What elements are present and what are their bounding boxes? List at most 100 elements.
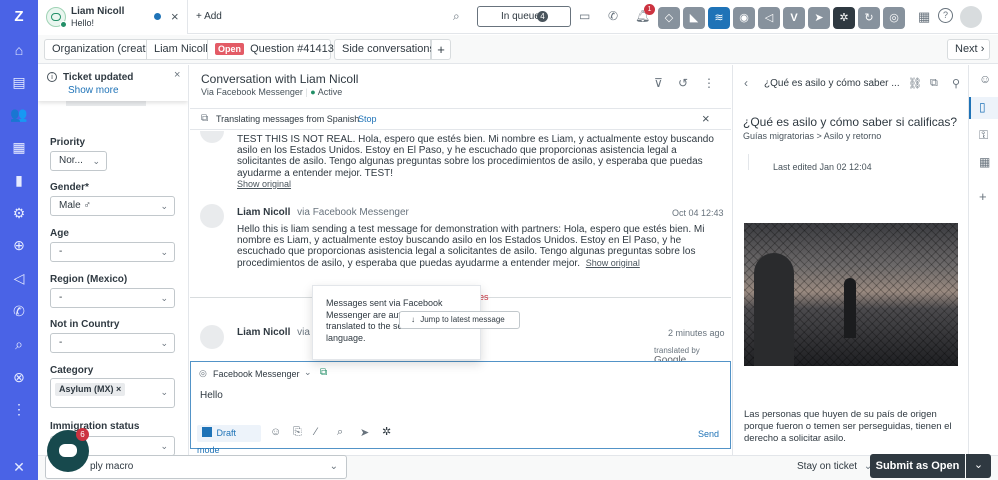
- remove-tag-icon[interactable]: ×: [116, 384, 121, 394]
- app-icon-zoom[interactable]: ◎: [883, 7, 905, 29]
- app-icon-refresh[interactable]: ↻: [858, 7, 880, 29]
- primary-nav: Z ⌂ ▤ 👥 ▦ ▮ ⚙ ⊕ ◁ ✆ ⌕ ⊗ ⋮ ✕: [0, 0, 38, 480]
- ticket-tab-liam-nicoll[interactable]: Liam Nicoll Hello! ×: [38, 0, 188, 34]
- zendesk-products-icon[interactable]: ✕: [9, 457, 29, 477]
- app-icon-3[interactable]: ≋: [708, 7, 730, 29]
- user-avatar[interactable]: [960, 6, 982, 28]
- translated-by-label: translated by: [654, 346, 700, 355]
- show-original-link[interactable]: Show original: [237, 179, 291, 189]
- app-icon-dark[interactable]: ✲: [382, 425, 391, 438]
- breadcrumb-requester[interactable]: Liam Nicoll: [146, 39, 216, 60]
- message-3-time: 2 minutes ago: [668, 328, 725, 338]
- reporting-icon[interactable]: ▮: [9, 170, 29, 190]
- app-icon-bell[interactable]: ◉: [733, 7, 755, 29]
- draft-mode-button[interactable]: Draft mode: [197, 425, 261, 455]
- add-app-icon[interactable]: +: [979, 189, 987, 204]
- customers-icon[interactable]: 👥: [9, 104, 29, 124]
- binoculars-icon[interactable]: ⊗: [9, 367, 29, 387]
- composer-channel[interactable]: Facebook Messenger: [213, 369, 300, 379]
- priority-select[interactable]: Nor... ⌄: [50, 151, 107, 171]
- app-icon-1[interactable]: ◇: [658, 7, 680, 29]
- apply-macro-select[interactable]: ply macro ⌄: [45, 455, 347, 479]
- knowledge-tab[interactable]: ▯: [969, 97, 998, 119]
- conversation-status: Active: [317, 87, 343, 97]
- views-icon[interactable]: ▤: [9, 72, 29, 92]
- pin-icon[interactable]: ⚲: [952, 77, 960, 90]
- more-options-icon[interactable]: ⋮: [703, 76, 715, 90]
- category-multiselect[interactable]: Asylum (MX) × ⌄: [50, 378, 175, 408]
- magic-wand-icon[interactable]: ⁄: [315, 426, 317, 438]
- show-more-link[interactable]: Show more: [68, 85, 119, 96]
- message-1-text: TEST THIS IS NOT REAL. Hola, espero que …: [237, 134, 714, 179]
- chevron-down-icon: ⌄: [160, 201, 168, 211]
- app-icon-dark[interactable]: ✲: [833, 7, 855, 29]
- composer-text[interactable]: Hello: [200, 390, 223, 401]
- home-icon[interactable]: ⌂: [9, 40, 29, 60]
- breadcrumb-ticket[interactable]: Open Question #414130: [207, 39, 340, 60]
- admin-gear-icon[interactable]: ⚙: [9, 203, 29, 223]
- search-icon[interactable]: ⌕: [9, 334, 29, 354]
- send-icon[interactable]: ◁: [9, 268, 29, 288]
- translation-text: Translating messages from Spanish: [216, 114, 360, 124]
- chevron-down-icon[interactable]: ⌄: [304, 367, 312, 378]
- link-icon[interactable]: ⛓: [908, 77, 922, 90]
- stop-translation-link[interactable]: Stop: [358, 114, 377, 124]
- more-icon[interactable]: ⋮: [9, 399, 29, 419]
- emoji-icon[interactable]: ☺: [270, 426, 281, 438]
- organizations-icon[interactable]: ▦: [9, 137, 29, 157]
- close-tab-icon[interactable]: ×: [171, 9, 179, 24]
- send-arrow-icon[interactable]: ➤: [360, 426, 369, 439]
- ticket-updated-toast: i Ticket updated Show more ×: [38, 65, 188, 101]
- translate-enabled-icon[interactable]: ⧉: [320, 367, 327, 378]
- side-conversations-tab[interactable]: Side conversations: [334, 39, 435, 60]
- not-in-country-select[interactable]: - ⌄: [50, 333, 175, 353]
- article-body: Las personas que huyen de su país de ori…: [744, 409, 960, 445]
- chevron-down-icon: ⌄: [160, 441, 168, 451]
- chat-launcher-button[interactable]: 6: [47, 428, 89, 472]
- submit-button[interactable]: Submit as Open: [870, 454, 965, 478]
- back-chevron-icon[interactable]: ‹: [744, 76, 748, 90]
- submit-options-button[interactable]: ⌄: [966, 454, 991, 478]
- add-label: Add: [204, 11, 222, 22]
- app-icon-telegram[interactable]: ➤: [808, 7, 830, 29]
- add-user-icon[interactable]: ⊕: [9, 235, 29, 255]
- queue-count-badge: 4: [537, 11, 548, 22]
- help-icon[interactable]: ?: [938, 8, 953, 23]
- ticket-fields-panel: i Ticket updated Show more × Priority No…: [38, 65, 189, 455]
- age-select[interactable]: - ⌄: [50, 242, 175, 262]
- region-select[interactable]: - ⌄: [50, 288, 175, 308]
- send-button[interactable]: Send: [698, 429, 719, 439]
- app-icon-send[interactable]: ◁: [758, 7, 780, 29]
- show-original-link[interactable]: Show original: [586, 258, 640, 268]
- open-external-icon[interactable]: ⧉: [930, 77, 938, 90]
- user-icon[interactable]: ☺: [979, 72, 991, 86]
- stay-on-ticket-select[interactable]: Stay on ticket ⌄: [797, 461, 872, 472]
- key-icon[interactable]: ⚿: [979, 128, 988, 143]
- add-button[interactable]: + Add: [196, 11, 222, 22]
- filter-icon[interactable]: ⊽: [654, 76, 663, 90]
- phone-icon[interactable]: ✆: [9, 301, 29, 321]
- priority-value: Nor...: [59, 155, 83, 166]
- app-icon-v[interactable]: V: [783, 7, 805, 29]
- search-icon[interactable]: ⌕: [337, 426, 343, 439]
- category-tag: Asylum (MX) ×: [55, 383, 126, 396]
- history-icon[interactable]: ↺: [678, 76, 688, 90]
- chat-icon[interactable]: ▭: [579, 9, 590, 23]
- chevron-down-icon: ⌄: [160, 247, 168, 257]
- gender-select[interactable]: Male ♂ ⌄: [50, 196, 175, 216]
- zendesk-logo-icon[interactable]: Z: [9, 7, 29, 27]
- phone-icon[interactable]: ✆: [608, 9, 618, 23]
- search-icon[interactable]: ⌕: [453, 9, 460, 24]
- in-queue-button[interactable]: In queue 4: [477, 6, 571, 27]
- close-toast-icon[interactable]: ×: [174, 69, 180, 81]
- apps-grid-icon[interactable]: ▦: [979, 155, 990, 169]
- attachment-icon[interactable]: ⎘: [293, 426, 302, 439]
- close-banner-icon[interactable]: ×: [702, 111, 710, 126]
- composer[interactable]: ◎ Facebook Messenger ⌄ ⧉ Hello Draft mod…: [190, 361, 731, 455]
- product-grid-icon[interactable]: ▦: [918, 9, 930, 25]
- app-icon-2[interactable]: ◣: [683, 7, 705, 29]
- next-button[interactable]: Next ›: [947, 39, 990, 60]
- add-side-conversation-button[interactable]: +: [431, 39, 451, 60]
- jump-to-latest-button[interactable]: ↓ Jump to latest message: [399, 311, 520, 329]
- article-body-line-3: derecho a solicitar asilo.: [744, 433, 846, 444]
